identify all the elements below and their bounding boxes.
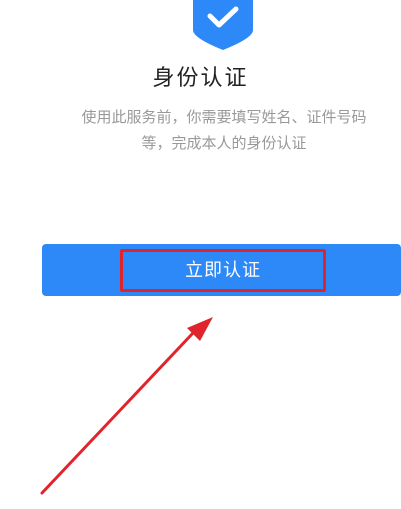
identity-verification-page: 身份认证 使用此服务前，你需要填写姓名、证件号码 等，完成本人的身份认证 立即认… bbox=[0, 0, 401, 509]
description-line-1: 使用此服务前，你需要填写姓名、证件号码 bbox=[81, 108, 367, 126]
description-line-2: 等，完成本人的身份认证 bbox=[141, 134, 307, 152]
verify-now-label[interactable]: 立即认证 bbox=[120, 249, 326, 292]
page-title: 身份认证 bbox=[152, 66, 249, 91]
description-text: 使用此服务前，你需要填写姓名、证件号码 等，完成本人的身份认证 bbox=[48, 104, 400, 156]
shield-check-icon bbox=[193, 0, 253, 50]
